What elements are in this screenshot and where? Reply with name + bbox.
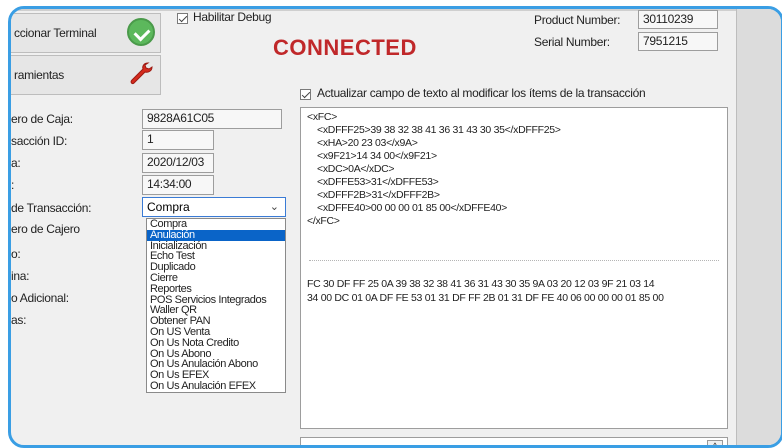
amount-label: o: <box>11 247 21 261</box>
xml-line: <xDFFF25>39 38 32 38 41 36 31 43 30 35</… <box>317 124 561 136</box>
dropdown-option[interactable]: On Us Anulación EFEX <box>147 381 285 392</box>
hex-line: 34 00 DC 01 0A DF FE 53 01 31 DF FF 2B 0… <box>307 292 664 304</box>
serial-number-field[interactable]: 7951215 <box>638 32 718 51</box>
select-terminal-button[interactable]: ccionar Terminal <box>11 13 161 53</box>
installments-label: as: <box>11 313 27 327</box>
transaction-type-dropdown: Compra Anulación Inicialización Echo Tes… <box>146 218 286 393</box>
xml-line: <xDFFF2B>31</xDFFF2B> <box>317 189 440 201</box>
select-terminal-label: ccionar Terminal <box>14 26 97 40</box>
chevron-down-icon: ⌄ <box>269 201 279 213</box>
tools-button[interactable]: ramientas <box>11 55 161 95</box>
date-label: a: <box>11 156 21 170</box>
additional-amount-label: o Adicional: <box>11 291 69 305</box>
xml-line: <xHA>20 23 03</x9A> <box>317 137 418 149</box>
serial-number-label: Serial Number: <box>534 35 610 49</box>
right-panel <box>736 9 781 445</box>
tip-label: ina: <box>11 269 30 283</box>
cashier-number-label: ero de Cajero <box>11 222 80 236</box>
auto-update-label: Actualizar campo de texto al modificar l… <box>317 86 646 100</box>
tools-label: ramientas <box>14 68 64 82</box>
hex-line: FC 30 DF FF 25 0A 39 38 32 38 41 36 31 4… <box>307 278 655 290</box>
transaction-id-label: sacción ID: <box>11 134 68 148</box>
connection-status: CONNECTED <box>273 35 417 60</box>
date-field[interactable]: 2020/12/03 <box>142 153 214 173</box>
transaction-xml-textarea[interactable]: <xFC> <xDFFF25>39 38 32 38 41 36 31 43 3… <box>300 107 728 429</box>
time-field[interactable]: 14:34:00 <box>142 175 214 195</box>
dropdown-option[interactable]: On Us Nota Credito <box>147 337 285 349</box>
dropdown-option-selected[interactable]: Anulación <box>147 229 285 241</box>
separator <box>309 260 719 261</box>
log-textarea[interactable]: ^ <box>300 437 728 445</box>
wrench-icon <box>130 62 153 85</box>
app-window: ccionar Terminal ramientas Habilitar Deb… <box>8 6 782 448</box>
debug-label: Habilitar Debug <box>193 10 272 24</box>
transaction-type-label: de Transacción: <box>11 201 92 215</box>
product-number-field[interactable]: 30110239 <box>638 10 718 29</box>
xml-line: <xDC>0A</xDC> <box>317 163 395 175</box>
cash-register-label: ero de Caja: <box>11 112 73 126</box>
xml-line: <xFC> <box>307 111 338 123</box>
transaction-id-field[interactable]: 1 <box>142 130 214 150</box>
scroll-up-icon[interactable]: ^ <box>707 440 723 445</box>
xml-line: <x9F21>14 34 00</x9F21> <box>317 150 437 162</box>
transaction-type-select[interactable]: Compra ⌄ <box>142 197 286 217</box>
xml-line: </xFC> <box>307 215 340 227</box>
time-label: : <box>11 178 15 192</box>
cash-register-field[interactable]: 9828A61C05 <box>142 109 282 129</box>
auto-update-checkbox[interactable] <box>300 89 311 100</box>
product-number-label: Product Number: <box>534 13 621 27</box>
debug-checkbox[interactable] <box>177 13 188 24</box>
transaction-type-value: Compra <box>147 200 190 214</box>
xml-line: <xDFFE53>31</xDFFE53> <box>317 176 439 188</box>
dropdown-option[interactable]: Reportes <box>147 283 285 295</box>
xml-line: <xDFFE40>00 00 00 01 85 00</xDFFE40> <box>317 202 507 214</box>
check-circle-icon <box>127 18 155 46</box>
